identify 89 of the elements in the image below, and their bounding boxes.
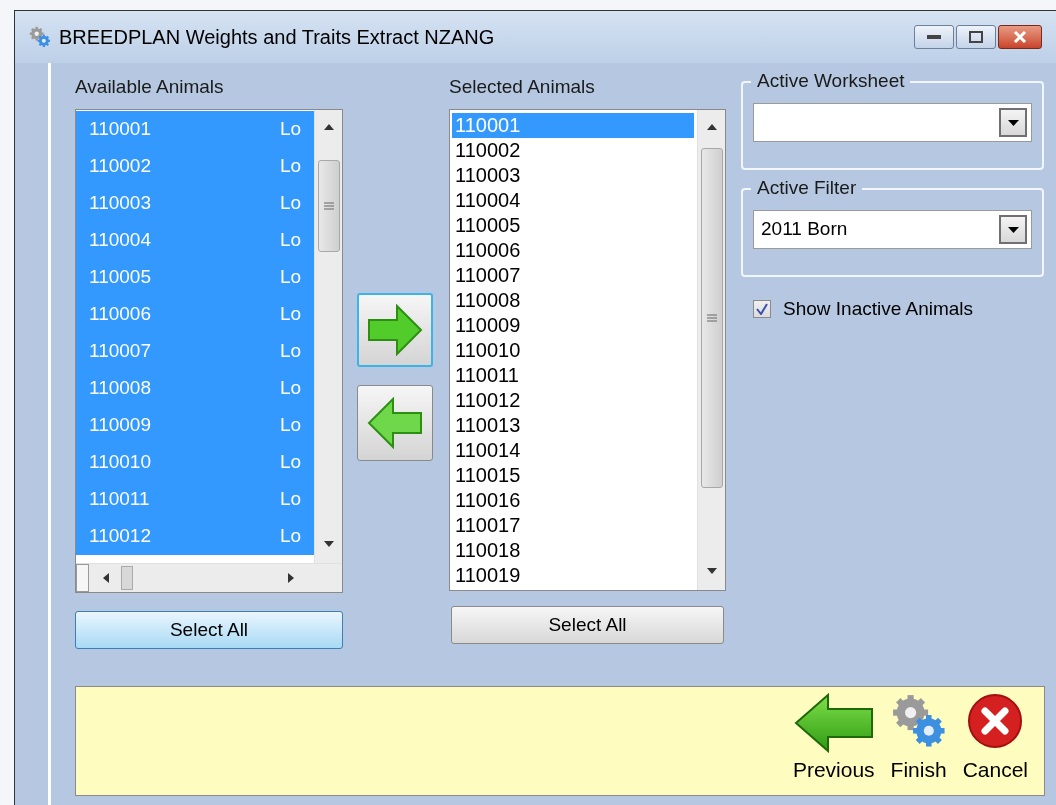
list-item[interactable]: 110005 xyxy=(452,213,694,238)
list-item[interactable]: 110017 xyxy=(452,513,694,538)
close-icon xyxy=(967,693,1024,749)
list-item[interactable]: 110018 xyxy=(452,538,694,563)
location-cell-text: Lo xyxy=(280,524,302,549)
animal-id: 110001 xyxy=(89,117,152,142)
check-icon xyxy=(756,303,768,316)
worksheet-dropdown[interactable] xyxy=(753,103,1032,142)
left-arrow-icon xyxy=(367,397,423,449)
location-cell-text: Lo xyxy=(280,228,302,253)
add-button[interactable] xyxy=(357,293,433,367)
dropdown-button[interactable] xyxy=(999,108,1027,137)
combo-value: 2011 Born xyxy=(761,217,849,242)
scroll-right-icon[interactable] xyxy=(288,573,294,583)
location-cell-text: Lo xyxy=(280,413,302,438)
scroll-up-icon[interactable] xyxy=(706,124,717,130)
select-all-button[interactable]: Select All xyxy=(451,606,724,644)
location-cell-text: Lo xyxy=(280,339,302,364)
scroll-up-icon[interactable] xyxy=(323,124,334,130)
list-item[interactable]: 110015 xyxy=(452,463,694,488)
caret-icon xyxy=(1007,119,1019,126)
list-item[interactable]: 110016 xyxy=(452,488,694,513)
scroll-thumb[interactable] xyxy=(121,566,133,590)
location-cell-text: Lo xyxy=(280,117,302,142)
animal-id: 110002 xyxy=(89,154,152,179)
grip-icon xyxy=(324,202,334,210)
animal-id: 110011 xyxy=(89,487,151,512)
list-item[interactable]: 110008 xyxy=(452,288,694,313)
list-item[interactable]: 110003 xyxy=(452,163,694,188)
caret-icon xyxy=(1007,226,1019,233)
scroll-down-icon[interactable] xyxy=(323,541,334,547)
location-cell-text: Lo xyxy=(280,191,302,216)
animal-id: 110005 xyxy=(89,265,152,290)
scroll-down-icon[interactable] xyxy=(706,568,717,574)
list-item[interactable]: 110002 xyxy=(452,138,694,163)
animal-id: 110004 xyxy=(89,228,152,253)
list-item[interactable]: 110013 xyxy=(452,413,694,438)
selected-animals-list[interactable]: 110001 110002 110003 110004 110005 110006 110007 110008 110009 110010 110011 110012 110013 110014 110015 110016 110017 110018 110019 xyxy=(449,109,726,591)
checkbox[interactable] xyxy=(753,300,771,319)
location-cell-text: Lo xyxy=(280,154,302,179)
scroll-thumb[interactable] xyxy=(701,148,723,488)
scroll-left-icon[interactable] xyxy=(103,573,109,583)
animal-id: 110010 xyxy=(89,450,152,475)
scroll-thumb[interactable] xyxy=(318,160,340,252)
filter-dropdown[interactable]: 2011 Born xyxy=(753,210,1032,249)
minimize-button[interactable] xyxy=(914,25,954,49)
minimize-icon xyxy=(927,35,941,39)
animal-id: 110007 xyxy=(89,339,152,364)
list-item[interactable]: 110007 xyxy=(452,263,694,288)
list-item[interactable]: 110011 xyxy=(452,363,694,388)
footer-button[interactable]: Cancel xyxy=(962,693,1028,783)
footer-button[interactable]: Finish xyxy=(890,693,947,783)
location-cell-text: Lo xyxy=(280,450,302,475)
select-all-button[interactable]: Select All xyxy=(75,611,343,649)
close-icon xyxy=(1013,31,1027,43)
list-item[interactable]: 110006 xyxy=(452,238,694,263)
dropdown-button[interactable] xyxy=(999,215,1027,244)
location-cell-text: Lo xyxy=(280,487,302,512)
grip-icon xyxy=(707,314,717,322)
app-icon xyxy=(29,26,51,48)
list-item[interactable]: 110004 xyxy=(452,188,694,213)
left-arrow-icon xyxy=(793,693,874,753)
location-cell-text: Lo xyxy=(280,302,302,327)
animal-id: 110008 xyxy=(89,376,152,401)
location-cell-text: Lo xyxy=(280,265,302,290)
restore-button[interactable] xyxy=(956,25,996,49)
vertical-scrollbar[interactable] xyxy=(697,110,725,590)
horizontal-scrollbar[interactable] xyxy=(76,563,342,592)
list-item[interactable]: 110012 xyxy=(452,388,694,413)
list-item[interactable]: 110010 xyxy=(452,338,694,363)
animal-id: 110006 xyxy=(89,302,152,327)
list-item[interactable]: 110014 xyxy=(452,438,694,463)
restore-icon xyxy=(969,31,983,43)
animal-id: 110003 xyxy=(89,191,152,216)
window-title: BREEDPLAN Weights and Traits Extract NZANG xyxy=(59,25,495,50)
list-item[interactable]: 110019 xyxy=(452,563,694,588)
vertical-scrollbar[interactable] xyxy=(314,110,342,563)
footer-button[interactable]: Previous xyxy=(792,693,875,783)
animal-id: 110009 xyxy=(89,413,152,438)
close-button[interactable] xyxy=(998,25,1042,49)
list-item[interactable]: 110009 xyxy=(452,313,694,338)
remove-button[interactable] xyxy=(357,385,433,461)
list-label: Selected Animals xyxy=(449,75,596,99)
animal-id: 110012 xyxy=(89,524,152,549)
scroll-thumb[interactable] xyxy=(76,564,89,592)
gears-icon xyxy=(890,693,947,749)
list-label: Available Animals xyxy=(75,75,225,99)
location-cell-text: Lo xyxy=(280,376,302,401)
right-arrow-icon xyxy=(367,304,423,356)
